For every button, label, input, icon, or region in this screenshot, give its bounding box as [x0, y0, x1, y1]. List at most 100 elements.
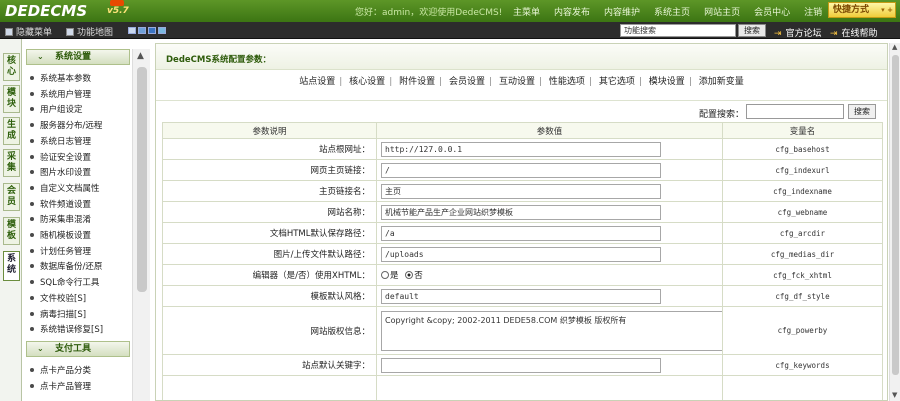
tab-module-settings[interactable]: 模块设置 — [649, 74, 685, 87]
nav-system-home[interactable]: 系统主页 — [654, 5, 690, 18]
nav-maintain[interactable]: 内容维护 — [604, 5, 640, 18]
bullet-icon — [30, 170, 34, 175]
sidebar-item[interactable]: 系统基本参数 — [30, 72, 91, 84]
forum-link[interactable]: ⇥ 官方论坛 — [774, 26, 822, 39]
tab-attachment-settings[interactable]: 附件设置 — [399, 74, 435, 87]
df-style-input[interactable]: default — [381, 288, 661, 304]
scroll-up-icon[interactable]: ▲ — [137, 51, 144, 61]
xhtml-yes-radio[interactable] — [381, 271, 389, 279]
tab-performance-options[interactable]: 性能选项 — [549, 74, 585, 87]
panel-title: DedeCMS系统配置参数： — [166, 55, 271, 65]
sidebar-scrollbar[interactable]: ▲ — [132, 49, 150, 401]
sidebar-item[interactable]: 服务器分布/远程 — [30, 119, 102, 131]
sidebar-item[interactable]: 系统用户管理 — [30, 88, 91, 100]
skin-swatch-icon[interactable] — [128, 27, 136, 34]
top-nav: 主菜单 内容发布 内容维护 系统主页 网站主页 会员中心 注销 — [513, 5, 836, 18]
skin-swatch-icon[interactable] — [148, 27, 156, 34]
sidebar-item[interactable]: 自定义文档属性 — [30, 182, 100, 194]
vtab-core[interactable]: 核心 — [3, 53, 20, 81]
sidebar-item[interactable]: 计划任务管理 — [30, 245, 91, 257]
quick-menu-button[interactable]: 快捷方式 ▾ + — [828, 2, 896, 18]
sidebar-item[interactable]: 图片水印设置 — [30, 166, 91, 178]
indexurl-input[interactable]: / — [381, 162, 661, 178]
config-search-button[interactable]: 搜索 — [848, 104, 876, 119]
vtab-system[interactable]: 系统 — [3, 251, 20, 281]
tab-site-settings[interactable]: 站点设置 — [299, 74, 335, 87]
skin-swatch-icon[interactable] — [138, 27, 146, 34]
bullet-icon — [30, 91, 34, 96]
sidebar-item[interactable]: 病毒扫描[S] — [30, 308, 86, 320]
table-row: 文档HTML默认保存路径： /a cfg_arcdir — [162, 222, 883, 244]
bullet-icon — [30, 123, 34, 128]
vtab-collect[interactable]: 采集 — [3, 149, 20, 177]
sidebar-item[interactable]: 防采集串混淆 — [30, 213, 91, 225]
nav-logout[interactable]: 注销 — [804, 5, 822, 18]
sidebar-item[interactable]: 随机模板设置 — [30, 229, 91, 241]
var-name: cfg_medias_dir — [722, 243, 883, 265]
skin-swatch-icon[interactable] — [158, 27, 166, 34]
sidebar-item[interactable]: 点卡产品分类 — [30, 364, 91, 376]
sidebar-item[interactable]: 系统日志管理 — [30, 135, 91, 147]
table-header-row: 参数说明 参数值 变量名 — [162, 122, 883, 139]
var-name: cfg_keywords — [722, 354, 883, 376]
nav-member-center[interactable]: 会员中心 — [754, 5, 790, 18]
vtab-generate[interactable]: 生成 — [3, 117, 20, 145]
sidebar-item[interactable]: 用户组设定 — [30, 103, 83, 115]
param-label: 文档HTML默认保存路径： — [162, 222, 377, 244]
vtab-module[interactable]: 模块 — [3, 85, 20, 113]
vtab-template[interactable]: 模板 — [3, 217, 20, 245]
tab-core-settings[interactable]: 核心设置 — [349, 74, 385, 87]
welcome-text: 您好：admin，欢迎使用DedeCMS! — [355, 8, 503, 18]
scroll-down-icon[interactable]: ▼ — [892, 391, 897, 399]
main-scrollbar[interactable]: ▲ ▼ — [889, 43, 900, 401]
arcdir-input[interactable]: /a — [381, 225, 661, 241]
radio-label: 否 — [414, 271, 423, 281]
arrow-icon: ⇥ — [774, 29, 782, 39]
tab-add-variable[interactable]: 添加新变量 — [699, 74, 744, 87]
bullet-icon — [30, 264, 34, 269]
function-search-button[interactable]: 搜索 — [738, 24, 766, 37]
scroll-up-icon[interactable]: ▲ — [892, 43, 897, 51]
powerby-textarea[interactable]: Copyright &copy; 2002-2011 DEDE58.COM 织梦… — [381, 310, 723, 351]
sidebar-item[interactable]: SQL命令行工具 — [30, 276, 99, 288]
table-row: 网站版权信息： Copyright &copy; 2002-2011 DEDE5… — [162, 306, 883, 355]
table-row: 站点默认关键字： cfg_keywords — [162, 354, 883, 376]
sidebar-item[interactable]: 点卡产品管理 — [30, 380, 91, 392]
nav-publish[interactable]: 内容发布 — [554, 5, 590, 18]
vtab-member[interactable]: 会员 — [3, 183, 20, 211]
sidebar-item[interactable]: 系统错误修复[S] — [30, 323, 103, 335]
var-name: cfg_fck_xhtml — [722, 264, 883, 286]
medias-dir-input[interactable]: /uploads — [381, 246, 661, 262]
sidebar-scroll-thumb[interactable] — [137, 67, 147, 292]
webname-input[interactable]: 机械节能产品生产企业网站织梦模板 — [381, 204, 661, 220]
menu-section-payment-tools[interactable]: ⌄ 支付工具 — [26, 341, 130, 357]
sidebar-item[interactable]: 数据库备份/还原 — [30, 260, 102, 272]
help-link[interactable]: ⇥ 在线帮助 — [830, 26, 878, 39]
config-search-input[interactable] — [746, 104, 844, 119]
sidebar-item[interactable]: 验证安全设置 — [30, 151, 91, 163]
panel-title-bar: DedeCMS系统配置参数： — [156, 44, 887, 70]
main-scroll-thumb[interactable] — [892, 55, 899, 375]
bullet-icon — [30, 368, 34, 372]
param-label: 网站版权信息： — [162, 306, 377, 355]
hide-menu-button[interactable]: 隐藏菜单 — [5, 25, 52, 38]
function-map-button[interactable]: 功能地图 — [66, 25, 113, 38]
function-search-input[interactable]: 功能搜索 — [620, 24, 736, 37]
indexname-input[interactable]: 主页 — [381, 183, 661, 199]
table-row: 模板默认风格： default cfg_df_style — [162, 285, 883, 307]
xhtml-no-radio[interactable] — [405, 271, 414, 279]
menu-section-system-settings[interactable]: ⌄ 系统设置 — [26, 49, 130, 65]
nav-site-home[interactable]: 网站主页 — [704, 5, 740, 18]
sidebar-item[interactable]: 软件频道设置 — [30, 198, 91, 210]
basehost-input[interactable]: http://127.0.0.1 — [381, 141, 661, 157]
nav-main-menu[interactable]: 主菜单 — [513, 5, 540, 18]
sidebar-item[interactable]: 文件校验[S] — [30, 292, 86, 304]
tab-interaction-settings[interactable]: 互动设置 — [499, 74, 535, 87]
tab-member-settings[interactable]: 会员设置 — [449, 74, 485, 87]
tab-other-options[interactable]: 其它选项 — [599, 74, 635, 87]
skin-swatches — [128, 27, 168, 34]
keywords-input[interactable] — [381, 357, 661, 373]
sidebar-item-label: 系统错误修复[S] — [40, 325, 104, 336]
table-row: 主页链接名： 主页 cfg_indexname — [162, 180, 883, 202]
sidebar-item-label: 随机模板设置 — [40, 231, 92, 241]
